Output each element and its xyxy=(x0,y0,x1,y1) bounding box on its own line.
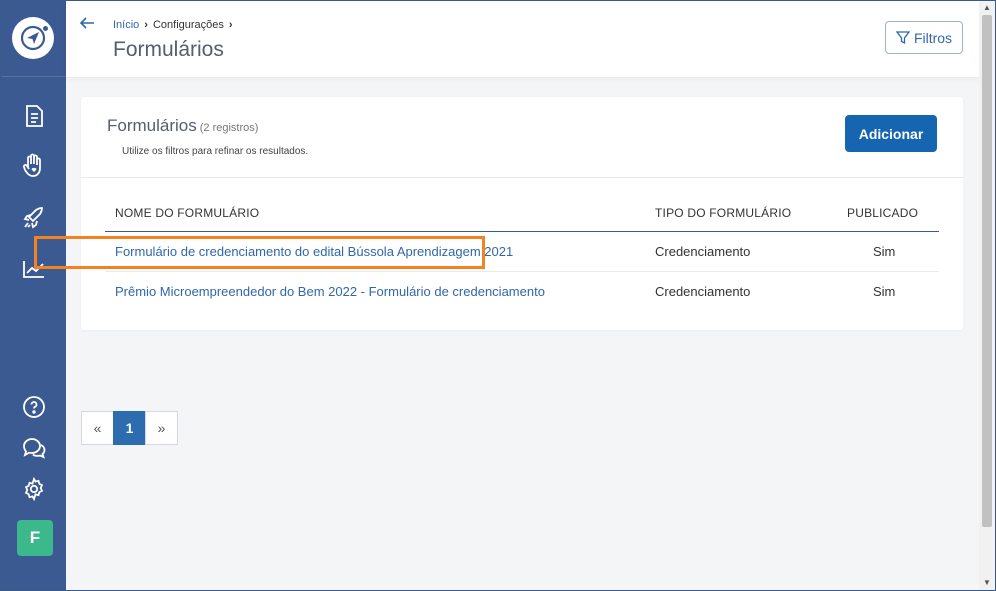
gear-icon[interactable] xyxy=(19,474,49,504)
page-title: Formulários xyxy=(113,38,224,61)
pagination-next[interactable]: » xyxy=(145,411,178,445)
card-divider xyxy=(81,177,963,178)
sidebar-divider xyxy=(2,76,67,77)
scroll-down-icon[interactable]: ▼ xyxy=(979,576,995,590)
scrollbar[interactable]: ▲ ▼ xyxy=(979,1,995,590)
filter-icon xyxy=(895,30,910,44)
card-title-text: Formulários xyxy=(107,116,197,135)
document-icon[interactable] xyxy=(19,101,49,131)
table-header-divider xyxy=(105,231,939,232)
pagination-prev[interactable]: « xyxy=(81,411,114,445)
page-header: Início › Configurações › Formulários Fil… xyxy=(66,1,979,77)
filter-button[interactable]: Filtros xyxy=(885,21,963,54)
table-row-1-published: Sim xyxy=(873,284,896,299)
table-row-0-published: Sim xyxy=(873,244,896,259)
avatar[interactable]: F xyxy=(17,520,53,556)
forms-card: Formulários (2 registros) Utilize os filt… xyxy=(81,97,963,330)
breadcrumb: Início › Configurações › xyxy=(113,19,233,31)
hand-heart-icon[interactable] xyxy=(19,151,49,181)
help-icon[interactable] xyxy=(19,392,49,422)
pagination-page-1[interactable]: 1 xyxy=(113,411,146,445)
table-row-divider xyxy=(105,271,939,272)
add-button[interactable]: Adicionar xyxy=(845,115,937,152)
compass-logo-icon[interactable] xyxy=(12,17,54,59)
back-arrow-icon[interactable] xyxy=(78,14,96,32)
table-row-1-name[interactable]: Prêmio Microempreendedor do Bem 2022 - F… xyxy=(115,284,545,299)
main-content: Início › Configurações › Formulários Fil… xyxy=(66,1,979,590)
column-header-published[interactable]: PUBLICADO xyxy=(847,206,918,220)
scroll-thumb[interactable] xyxy=(982,15,992,527)
breadcrumb-home[interactable]: Início xyxy=(113,19,139,31)
breadcrumb-settings[interactable]: Configurações xyxy=(153,19,224,31)
record-count: (2 registros) xyxy=(199,122,259,134)
card-title: Formulários (2 registros) xyxy=(107,116,258,136)
chevron-right-icon: › xyxy=(228,19,233,31)
scroll-up-icon[interactable]: ▲ xyxy=(979,1,995,15)
column-header-type[interactable]: TIPO DO FORMULÁRIO xyxy=(655,206,791,220)
table-row-1-type: Credenciamento xyxy=(655,284,751,299)
sidebar: F xyxy=(1,1,67,590)
table-row-0-type: Credenciamento xyxy=(655,244,751,259)
rocket-icon[interactable] xyxy=(19,203,49,233)
chat-icon[interactable] xyxy=(19,433,49,463)
filter-button-label: Filtros xyxy=(913,29,953,46)
card-subtitle: Utilize os filtros para refinar os resul… xyxy=(122,146,309,157)
highlight-box xyxy=(34,236,485,269)
column-header-name[interactable]: NOME DO FORMULÁRIO xyxy=(115,206,259,220)
chevron-right-icon: › xyxy=(144,19,148,31)
avatar-letter: F xyxy=(29,528,41,547)
pagination: « 1 » xyxy=(81,411,178,445)
